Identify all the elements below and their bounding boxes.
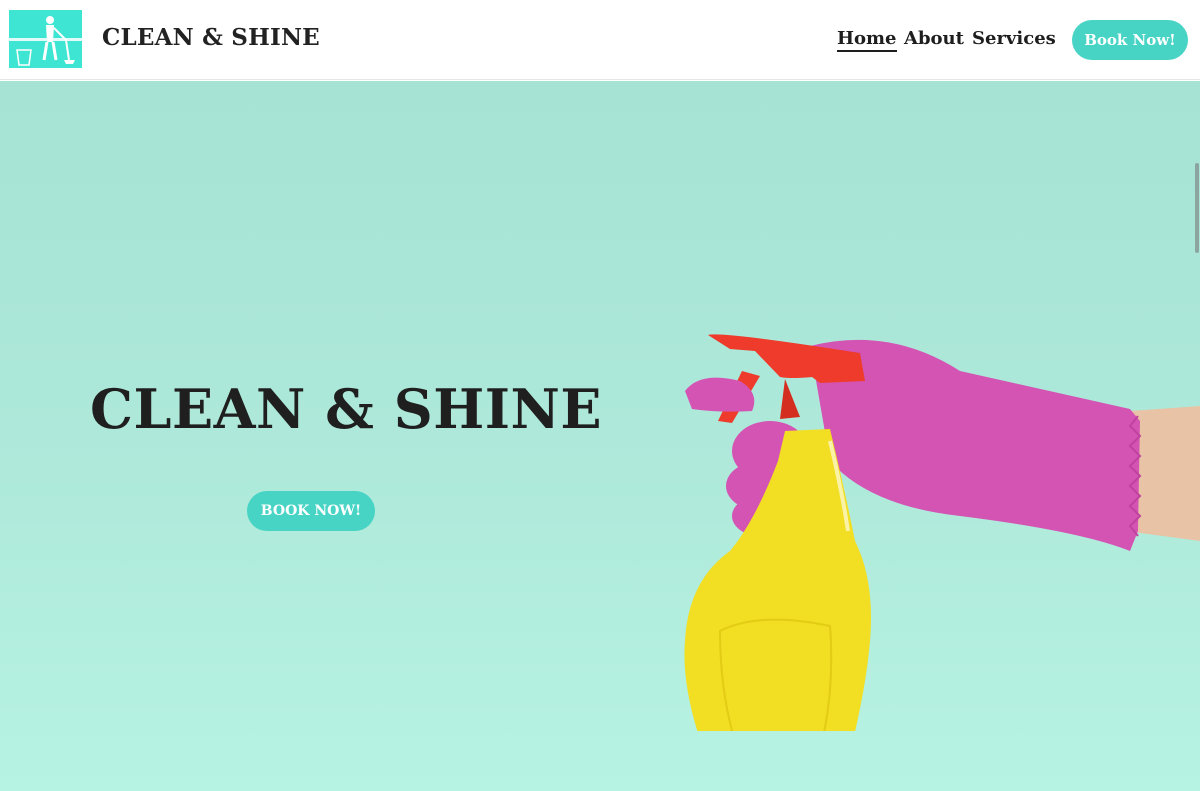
- hero-title: CLEAN & SHINE: [90, 377, 603, 441]
- book-now-button-header[interactable]: Book Now!: [1072, 20, 1188, 60]
- nav-home[interactable]: Home: [837, 28, 897, 52]
- nav-about[interactable]: About: [904, 28, 964, 49]
- book-now-button-hero[interactable]: BOOK NOW!: [247, 491, 375, 531]
- hero-section: CLEAN & SHINE BOOK NOW!: [0, 81, 1200, 791]
- brand-name[interactable]: CLEAN & SHINE: [102, 24, 320, 51]
- spray-bottle-glove-image: [684, 334, 1200, 731]
- nav-services[interactable]: Services: [972, 28, 1056, 49]
- logo[interactable]: [9, 10, 82, 68]
- cleaning-person-logo-icon: [9, 10, 82, 68]
- page-scrollbar[interactable]: [1195, 163, 1199, 253]
- site-header: CLEAN & SHINE Home About Services Book N…: [0, 0, 1200, 80]
